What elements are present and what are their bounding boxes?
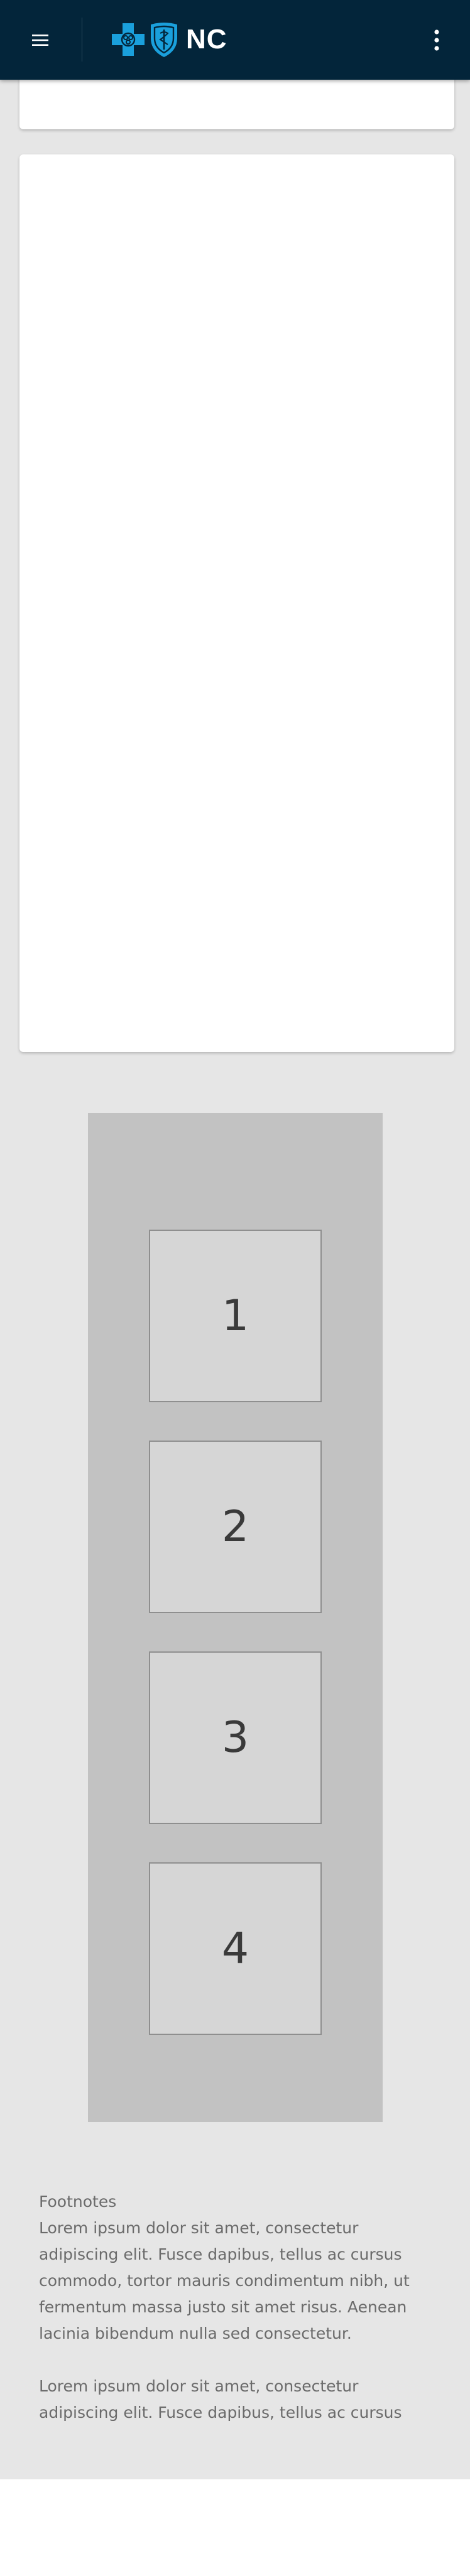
blue-shield-icon bbox=[151, 23, 177, 57]
vertical-ellipsis-icon bbox=[434, 30, 439, 51]
brand-logo-text: NC bbox=[186, 24, 227, 55]
footnotes-title: Footnotes bbox=[39, 2192, 117, 2211]
footnotes-section: Footnotes Lorem ipsum dolor sit amet, co… bbox=[39, 2189, 416, 2426]
numbered-stack-panel: 1 2 3 4 bbox=[88, 1113, 383, 2122]
more-options-button[interactable] bbox=[424, 25, 449, 55]
footnote-paragraph: Lorem ipsum dolor sit amet, consectetur … bbox=[39, 2377, 402, 2422]
menu-button[interactable] bbox=[28, 28, 53, 53]
footnote-paragraph: Lorem ipsum dolor sit amet, consectetur … bbox=[39, 2219, 410, 2343]
stack-item-3[interactable]: 3 bbox=[149, 1651, 322, 1824]
content-card-main bbox=[19, 154, 454, 1052]
brand-logo[interactable]: NC bbox=[111, 19, 227, 60]
stack-item-4[interactable]: 4 bbox=[149, 1862, 322, 2035]
stack-item-1[interactable]: 1 bbox=[149, 1230, 322, 1402]
stack-item-2[interactable]: 2 bbox=[149, 1441, 322, 1613]
hamburger-menu-icon bbox=[32, 35, 48, 46]
blue-cross-icon bbox=[112, 23, 145, 56]
top-app-bar: NC bbox=[0, 0, 470, 80]
